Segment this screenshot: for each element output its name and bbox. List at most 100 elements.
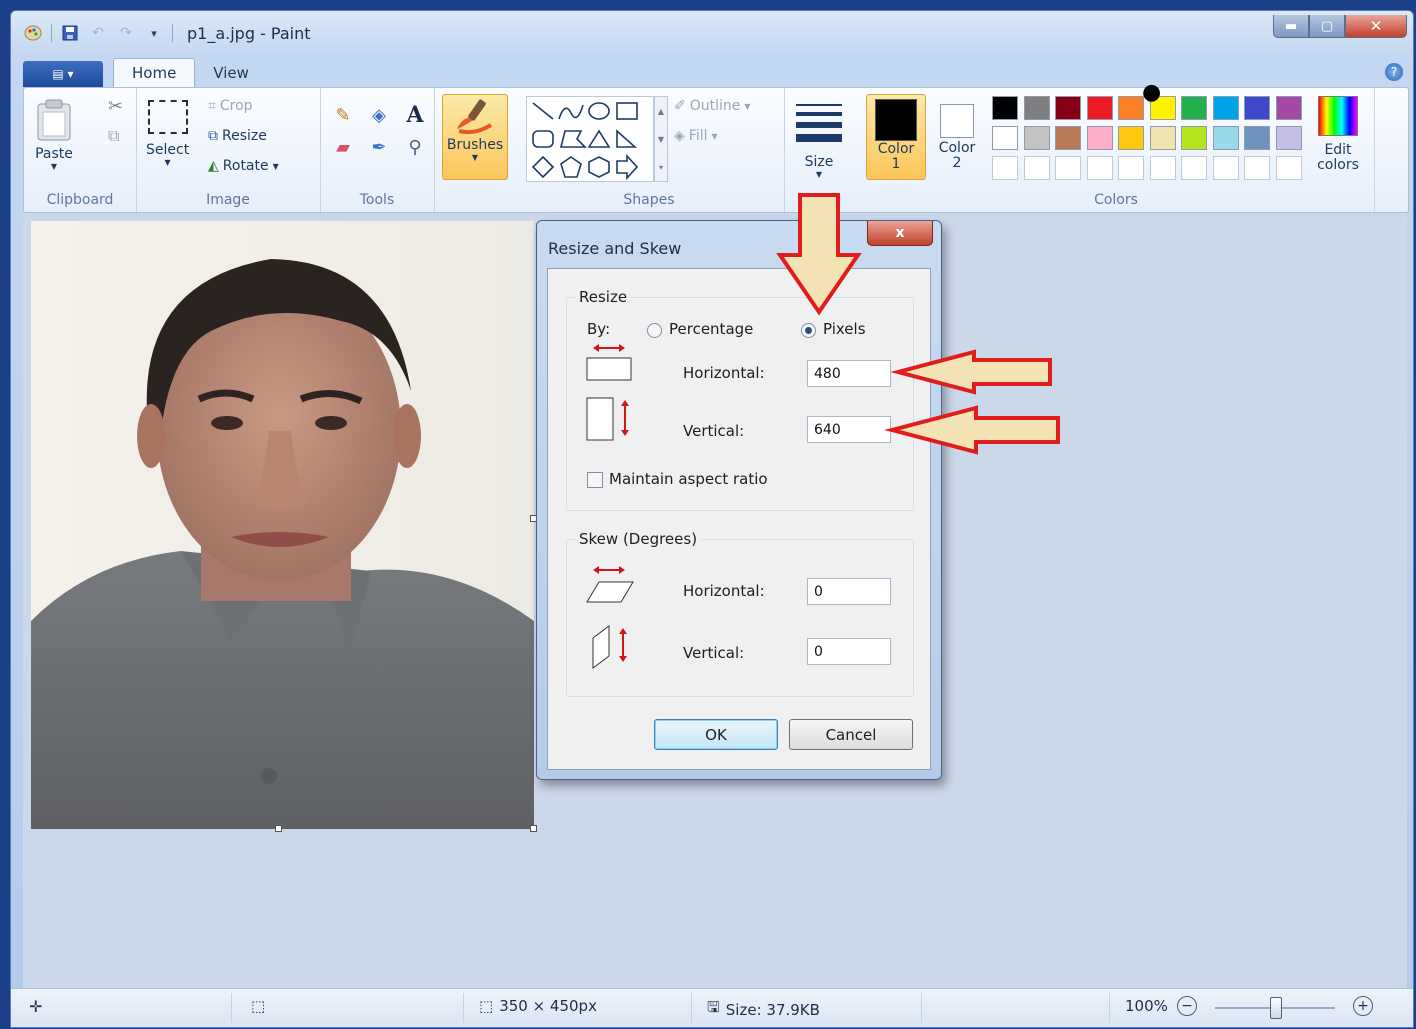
palette-swatch[interactable] [992, 156, 1018, 180]
zoom-out-button[interactable]: − [1177, 996, 1197, 1016]
zoom-in-button[interactable]: + [1353, 996, 1373, 1016]
shapes-gallery[interactable] [526, 96, 654, 182]
separator [1109, 993, 1110, 1023]
palette-swatch[interactable] [1118, 126, 1144, 150]
magnifier-icon[interactable]: ⚲ [400, 134, 430, 160]
pixels-radio[interactable] [801, 323, 816, 338]
redo-icon[interactable]: ↷ [116, 23, 136, 43]
palette-swatch[interactable] [1149, 126, 1176, 150]
close-icon: x [895, 225, 905, 241]
rotate-icon: ◭ [208, 158, 219, 174]
resize-icon: ⧉ [208, 128, 218, 144]
zoom-slider-thumb[interactable] [1270, 997, 1282, 1019]
paste-button[interactable]: Paste ▼ [34, 98, 74, 171]
size-button[interactable]: Size ▼ [796, 104, 842, 179]
palette-swatch[interactable] [1244, 96, 1270, 120]
palette-swatch[interactable] [1275, 96, 1302, 120]
minimize-button[interactable]: ▬ [1273, 15, 1309, 38]
shapes-group-label: Shapes [623, 192, 675, 208]
palette-swatch[interactable] [992, 96, 1018, 120]
palette-swatch[interactable] [1149, 156, 1176, 180]
separator [691, 993, 692, 1023]
pixels-label[interactable]: Pixels [823, 320, 866, 338]
vertical-input[interactable]: 640 [807, 416, 891, 443]
shapes-scroll[interactable]: ▲ ▼ ▾ [654, 96, 668, 182]
color2-swatch [940, 104, 974, 138]
palette-swatch[interactable] [1181, 126, 1207, 150]
text-icon[interactable]: A [400, 102, 430, 128]
separator [51, 24, 52, 42]
percentage-label[interactable]: Percentage [669, 320, 753, 338]
palette-swatch[interactable] [1118, 156, 1144, 180]
tab-view[interactable]: View [195, 59, 267, 87]
minus-circle-icon: − [1177, 996, 1197, 1016]
skew-vertical-label: Vertical: [683, 644, 745, 662]
palette-swatch[interactable] [1023, 126, 1050, 150]
brush-icon [457, 99, 493, 135]
palette-swatch[interactable] [1023, 96, 1050, 120]
ok-button[interactable]: OK [654, 719, 778, 750]
cancel-button[interactable]: Cancel [789, 719, 913, 750]
skew-vertical-input[interactable]: 0 [807, 638, 891, 665]
zoom-level: 100% [1125, 997, 1168, 1015]
palette-swatch[interactable] [1086, 156, 1113, 180]
paint-menu-button[interactable]: ▤ ▾ [23, 61, 103, 87]
color1-button[interactable]: Color 1 [866, 94, 926, 180]
color-picker-icon[interactable]: ✒ [364, 134, 394, 160]
close-button[interactable]: ✕ [1345, 15, 1407, 38]
resize-handle-bottom[interactable] [275, 825, 282, 832]
separator [921, 993, 922, 1023]
customize-dropdown-icon[interactable]: ▾ [144, 23, 164, 43]
skew-horizontal-input[interactable]: 0 [807, 578, 891, 605]
brushes-button[interactable]: Brushes ▼ [442, 94, 508, 180]
horizontal-input[interactable]: 480 [807, 360, 891, 387]
palette-swatch[interactable] [1181, 156, 1207, 180]
palette-swatch[interactable] [1023, 156, 1050, 180]
palette-swatch[interactable] [1086, 96, 1113, 120]
copy-icon[interactable]: ⧉ [108, 126, 119, 146]
tab-home[interactable]: Home [113, 58, 196, 87]
palette-swatch[interactable] [1181, 96, 1207, 120]
maximize-button[interactable]: ▢ [1309, 15, 1345, 38]
outline-button[interactable]: ✐ Outline ▼ [674, 98, 751, 114]
palette-swatch[interactable] [1212, 156, 1239, 180]
palette-swatch[interactable] [1212, 126, 1239, 150]
palette-swatch[interactable] [1055, 96, 1081, 120]
size-group: Size ▼ [784, 88, 858, 212]
palette-swatch[interactable] [1055, 156, 1081, 180]
percentage-radio[interactable] [647, 323, 662, 338]
resize-handle-corner[interactable] [530, 825, 537, 832]
fill-bucket-icon[interactable]: ◈ [364, 102, 394, 128]
selection-size: ⬚ [251, 997, 265, 1015]
minimize-icon: ▬ [1284, 18, 1298, 34]
palette-swatch[interactable] [1055, 126, 1081, 150]
rotate-button[interactable]: ◭ Rotate ▼ [208, 158, 279, 174]
maintain-aspect-checkbox[interactable] [587, 472, 603, 488]
resize-button[interactable]: ⧉ Resize [208, 128, 267, 144]
palette-swatch[interactable] [1244, 126, 1270, 150]
save-icon[interactable] [60, 23, 80, 43]
crop-icon: ⌗ [208, 98, 216, 114]
color2-button[interactable]: Color 2 [930, 94, 984, 178]
fill-button[interactable]: ◈ Fill ▼ [674, 128, 718, 144]
maintain-aspect-label[interactable]: Maintain aspect ratio [609, 470, 768, 488]
close-icon: ✕ [1369, 17, 1383, 35]
dialog-close-button[interactable]: x [867, 221, 933, 246]
pencil-icon[interactable]: ✎ [328, 102, 358, 128]
select-button[interactable]: Select ▼ [146, 100, 189, 167]
palette-swatch[interactable] [1086, 126, 1113, 150]
palette-swatch[interactable] [1275, 126, 1302, 150]
eraser-icon[interactable]: ▰ [328, 134, 358, 160]
palette-swatch[interactable] [1118, 96, 1144, 120]
help-icon[interactable]: ? [1385, 63, 1403, 81]
cut-icon[interactable]: ✂ [108, 96, 123, 117]
palette-swatch[interactable] [1212, 96, 1239, 120]
palette-swatch[interactable] [1275, 156, 1302, 180]
photo-canvas[interactable] [31, 221, 534, 829]
crop-button[interactable]: ⌗ Crop [208, 98, 253, 114]
palette-swatch[interactable] [1244, 156, 1270, 180]
paint-app-icon[interactable] [23, 23, 43, 43]
edit-colors-button[interactable]: Edit colors [1308, 96, 1368, 172]
undo-icon[interactable]: ↶ [88, 23, 108, 43]
palette-swatch[interactable] [992, 126, 1018, 150]
